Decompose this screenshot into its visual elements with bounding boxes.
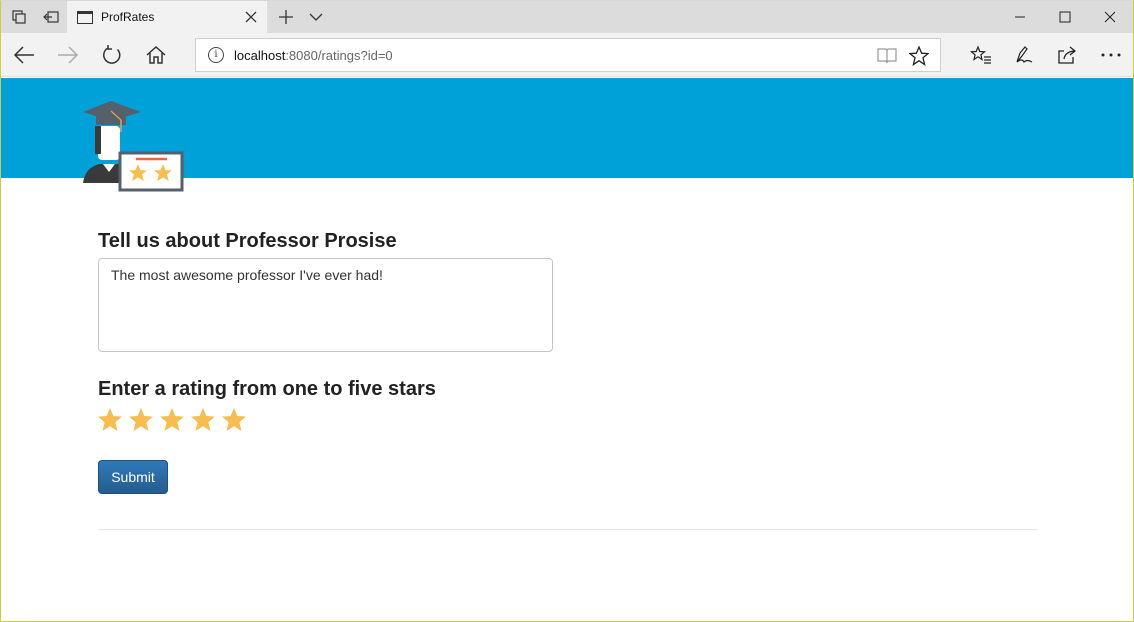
minimize-button[interactable] [997,1,1043,33]
info-icon[interactable]: i [208,47,224,63]
url-text: localhost:8080/ratings?id=0 [234,47,393,63]
tab-preview-chevron-icon[interactable] [303,1,329,33]
more-options-icon[interactable] [1091,37,1131,73]
favorite-star-icon[interactable] [908,45,930,67]
tab-title: ProfRates [101,10,155,24]
star-icon[interactable] [190,406,221,434]
star-icon[interactable] [128,406,159,434]
divider [98,529,1038,530]
profrates-logo [81,98,185,192]
navigation-bar: i localhost:8080/ratings?id=0 [1,33,1133,77]
star-icon[interactable] [159,406,190,434]
back-arrow-icon[interactable] [4,37,44,73]
review-textarea[interactable]: The most awesome professor I've ever had… [98,258,553,352]
submit-button[interactable]: Submit [98,460,168,494]
reading-view-icon[interactable] [876,45,898,67]
favorites-hub-icon[interactable] [961,37,1001,73]
tab-manager-icon[interactable] [3,1,35,33]
set-aside-tabs-icon[interactable] [35,1,67,33]
new-tab-button[interactable] [271,1,301,33]
share-icon[interactable] [1047,37,1087,73]
close-icon[interactable] [243,9,259,25]
refresh-icon[interactable] [92,37,132,73]
page-icon [77,10,93,24]
star-rating[interactable] [97,406,252,436]
maximize-button[interactable] [1042,1,1088,33]
rating-heading: Enter a rating from one to five stars [98,378,436,400]
close-window-button[interactable] [1087,1,1133,33]
tab-strip: ProfRates [1,1,1133,33]
address-bar[interactable]: i localhost:8080/ratings?id=0 [195,38,941,72]
pen-notes-icon[interactable] [1004,37,1044,73]
star-icon[interactable] [97,406,128,434]
star-icon[interactable] [221,406,252,434]
forward-arrow-icon[interactable] [48,37,88,73]
page-content: Tell us about Professor Prosise The most… [1,78,1133,621]
tab-profrates[interactable]: ProfRates [67,1,267,33]
browser-window: ProfRates i localhost:8080/ratings?id=0 … [0,0,1134,622]
home-icon[interactable] [136,37,176,73]
review-heading: Tell us about Professor Prosise [98,230,397,252]
